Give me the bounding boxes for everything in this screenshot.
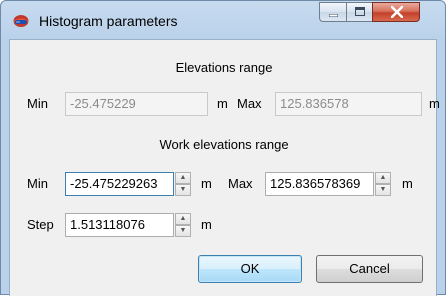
work-max-unit: m [402, 176, 413, 191]
dialog-body: Elevations range Min -25.475229 m Max 12… [9, 39, 440, 296]
elevations-range-heading: Elevations range [175, 60, 273, 75]
dialog-window: Histogram parameters Elevations range Mi… [0, 0, 446, 296]
elev-min-unit: m [217, 96, 228, 111]
work-min-unit: m [201, 176, 212, 191]
elev-max-field: 125.836578 [275, 92, 422, 116]
maximize-icon [355, 7, 365, 16]
work-max-spinner[interactable]: ▲ ▼ [375, 172, 391, 196]
spin-down-icon[interactable]: ▼ [375, 184, 391, 196]
minimize-icon [329, 14, 338, 17]
work-min-input[interactable]: -25.475229263 [65, 172, 174, 196]
cancel-button[interactable]: Cancel [316, 255, 423, 283]
maximize-button[interactable] [346, 2, 373, 22]
step-input[interactable]: 1.513118076 [65, 213, 174, 237]
step-unit: m [201, 217, 212, 232]
work-max-label: Max [228, 176, 253, 191]
histogram-app-icon [13, 15, 29, 27]
step-label: Step [27, 217, 54, 232]
window-title: Histogram parameters [39, 13, 178, 29]
close-button[interactable] [372, 2, 420, 22]
elev-max-unit: m [429, 96, 440, 111]
step-spinner[interactable]: ▲ ▼ [175, 213, 191, 237]
work-max-input[interactable]: 125.836578369 [265, 172, 374, 196]
title-bar[interactable]: Histogram parameters [1, 1, 445, 39]
work-range-heading: Work elevations range [159, 137, 289, 152]
spin-down-icon[interactable]: ▼ [175, 184, 191, 196]
elev-min-field: -25.475229 [65, 92, 208, 116]
minimize-button[interactable] [319, 2, 347, 22]
spin-up-icon[interactable]: ▲ [175, 213, 191, 225]
spin-down-icon[interactable]: ▼ [175, 225, 191, 237]
elev-min-label: Min [27, 96, 48, 111]
ok-button[interactable]: OK [198, 255, 302, 283]
elev-max-label: Max [237, 96, 262, 111]
work-min-label: Min [27, 176, 48, 191]
close-icon [391, 6, 403, 18]
spin-up-icon[interactable]: ▲ [375, 172, 391, 184]
spin-up-icon[interactable]: ▲ [175, 172, 191, 184]
work-min-spinner[interactable]: ▲ ▼ [175, 172, 191, 196]
